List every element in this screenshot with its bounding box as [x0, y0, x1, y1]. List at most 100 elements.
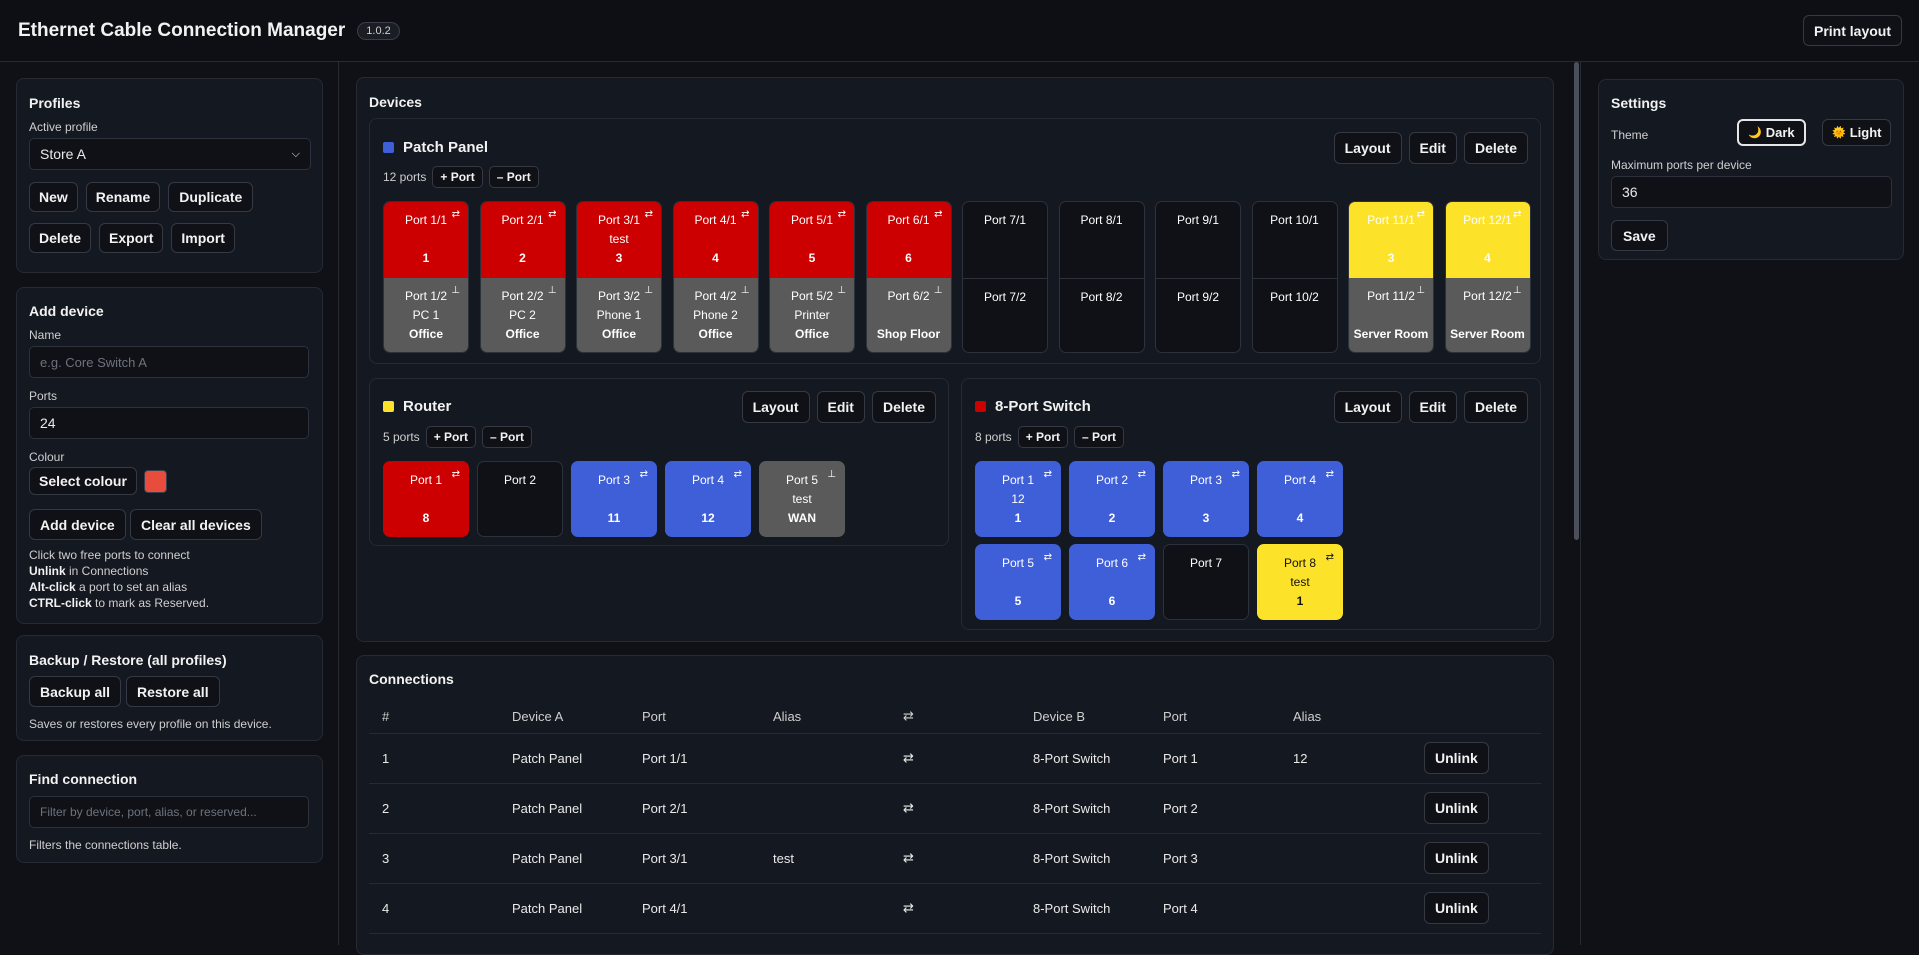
- remove-port-button[interactable]: – Port: [482, 426, 533, 448]
- port-top[interactable]: Port 4/1 4 ⇄: [673, 202, 758, 278]
- colour-swatch[interactable]: [144, 470, 167, 493]
- port[interactable]: Port 7: [1163, 544, 1249, 620]
- remove-port-button[interactable]: – Port: [1074, 426, 1125, 448]
- port-bot[interactable]: Port 4/2 Phone 2 Office ⊥: [673, 278, 758, 352]
- new-profile-button[interactable]: New: [29, 182, 78, 212]
- remove-port-button[interactable]: – Port: [488, 166, 539, 188]
- add-port-button[interactable]: + Port: [425, 426, 477, 448]
- port-bot[interactable]: Port 1/2 PC 1 Office ⊥: [384, 278, 468, 352]
- max-ports-input[interactable]: 36: [1611, 176, 1892, 208]
- port-bot[interactable]: Port 3/2 Phone 1 Office ⊥: [577, 278, 661, 352]
- port-top[interactable]: Port 12/1 4 ⇄: [1445, 202, 1530, 278]
- delete-device-button[interactable]: Delete: [871, 391, 936, 423]
- port[interactable]: Port 5 test WAN ⊥: [759, 461, 845, 537]
- port-link-target: 1: [1014, 511, 1022, 525]
- port-bot[interactable]: Port 8/2: [1059, 278, 1144, 352]
- device-a: Patch Panel: [499, 883, 629, 934]
- rename-profile-button[interactable]: Rename: [85, 182, 161, 212]
- port-bot[interactable]: Port 12/2 Server Room ⊥: [1445, 278, 1530, 352]
- port[interactable]: Port 3 3 ⇄: [1163, 461, 1249, 537]
- port[interactable]: Port 8 test 1 ⇄: [1257, 544, 1343, 620]
- port[interactable]: Port 2: [477, 461, 563, 537]
- delete-profile-button[interactable]: Delete: [29, 223, 92, 253]
- layout-button[interactable]: Layout: [1333, 132, 1402, 164]
- port-top[interactable]: Port 9/1: [1156, 202, 1240, 278]
- import-profile-button[interactable]: Import: [171, 223, 235, 253]
- unlink-button[interactable]: Unlink: [1424, 742, 1489, 774]
- light-theme-button[interactable]: 🌞 Light: [1822, 119, 1892, 146]
- ports-input[interactable]: 24: [29, 407, 309, 439]
- port-label: Port 7: [1189, 556, 1222, 570]
- duplicate-profile-button[interactable]: Duplicate: [168, 182, 254, 212]
- port-link-target: 6: [1108, 594, 1116, 608]
- unlink-button[interactable]: Unlink: [1424, 842, 1489, 874]
- port[interactable]: Port 4 4 ⇄: [1257, 461, 1343, 537]
- port-top[interactable]: Port 8/1: [1060, 202, 1144, 278]
- port-bot[interactable]: Port 5/2 Printer Office ⊥: [770, 278, 854, 352]
- chevron-down-icon: ⌵: [291, 147, 300, 160]
- linked-icon: ⇄: [451, 209, 460, 220]
- settings-card: Settings Theme 🌙 Dark 🌞 Light Maximum port…: [1598, 79, 1904, 260]
- port[interactable]: Port 1 12 1 ⇄: [975, 461, 1061, 537]
- profile-select[interactable]: Store A ⌵: [29, 138, 311, 170]
- port-link-target: Office: [698, 327, 733, 341]
- port-bot[interactable]: Port 6/2 Shop Floor ⊥: [866, 278, 951, 352]
- port-top[interactable]: Port 11/1 3 ⇄: [1349, 202, 1433, 278]
- moon-icon: 🌙: [1748, 127, 1762, 139]
- devices-heading: Devices: [369, 94, 422, 110]
- edit-button[interactable]: Edit: [816, 391, 865, 423]
- port[interactable]: Port 1 8 ⇄: [383, 461, 469, 537]
- port-bot[interactable]: Port 9/2: [1156, 278, 1240, 352]
- backup-all-button[interactable]: Backup all: [29, 676, 122, 707]
- export-profile-button[interactable]: Export: [99, 223, 164, 253]
- port-bot[interactable]: Port 11/2 Server Room ⊥: [1349, 278, 1433, 352]
- print-layout-button[interactable]: Print layout: [1802, 15, 1902, 46]
- port-top[interactable]: Port 10/1: [1253, 202, 1337, 278]
- port[interactable]: Port 3 11 ⇄: [571, 461, 657, 537]
- scrollbar-thumb[interactable]: [1574, 62, 1579, 540]
- device-name-input[interactable]: e.g. Core Switch A: [29, 346, 309, 378]
- linked-icon: ⇄: [1137, 552, 1146, 563]
- dark-theme-button[interactable]: 🌙 Dark: [1737, 119, 1806, 146]
- device-title: Patch Panel: [383, 139, 488, 156]
- clear-all-devices-button[interactable]: Clear all devices: [130, 509, 262, 540]
- port[interactable]: Port 6 6 ⇄: [1069, 544, 1155, 620]
- find-connection-heading: Find connection: [29, 771, 138, 787]
- port-bot[interactable]: Port 2/2 PC 2 Office ⊥: [480, 278, 565, 352]
- port-top[interactable]: Port 1/1 1 ⇄: [384, 202, 468, 278]
- unlink-button[interactable]: Unlink: [1424, 792, 1489, 824]
- add-device-button[interactable]: Add device: [29, 509, 126, 540]
- save-settings-button[interactable]: Save: [1611, 220, 1668, 251]
- port-top[interactable]: Port 7/1: [963, 202, 1047, 278]
- port-top[interactable]: Port 6/1 6 ⇄: [866, 202, 951, 278]
- select-colour-button[interactable]: Select colour: [29, 467, 137, 495]
- edit-button[interactable]: Edit: [1408, 391, 1457, 423]
- delete-device-button[interactable]: Delete: [1463, 391, 1528, 423]
- linked-icon: ⇄: [644, 209, 653, 220]
- device-router: Router Layout Edit Delete 5 ports + Port…: [369, 378, 949, 546]
- patch-panel-column: Port 1/1 1 ⇄ Port 1/2 PC 1 Office ⊥: [383, 201, 469, 353]
- filter-connections-input[interactable]: Filter by device, port, alias, or reserv…: [29, 796, 309, 828]
- port[interactable]: Port 5 5 ⇄: [975, 544, 1061, 620]
- add-port-button[interactable]: + Port: [432, 166, 483, 188]
- layout-button[interactable]: Layout: [1333, 391, 1402, 423]
- port[interactable]: Port 2 2 ⇄: [1069, 461, 1155, 537]
- restore-all-button[interactable]: Restore all: [126, 676, 220, 707]
- add-port-button[interactable]: + Port: [1017, 426, 1069, 448]
- linked-icon: ⇄: [934, 209, 943, 220]
- col-header: Alias: [760, 700, 890, 734]
- port-b: Port 3: [1150, 833, 1280, 884]
- patch-panel-column: Port 3/1 test 3 ⇄ Port 3/2 Phone 1 Office ⊥: [576, 201, 662, 353]
- unlink-button[interactable]: Unlink: [1424, 892, 1489, 924]
- port-bot[interactable]: Port 7/2: [963, 278, 1047, 352]
- layout-button[interactable]: Layout: [741, 391, 810, 423]
- port[interactable]: Port 4 12 ⇄: [665, 461, 751, 537]
- port-top[interactable]: Port 3/1 test 3 ⇄: [577, 202, 661, 278]
- edit-button[interactable]: Edit: [1408, 132, 1457, 164]
- colour-label: Colour: [29, 450, 65, 464]
- port-top[interactable]: Port 5/1 5 ⇄: [770, 202, 854, 278]
- col-header: Alias: [1280, 700, 1411, 734]
- port-bot[interactable]: Port 10/2: [1252, 278, 1337, 352]
- delete-device-button[interactable]: Delete: [1463, 132, 1528, 164]
- port-top[interactable]: Port 2/1 2 ⇄: [480, 202, 565, 278]
